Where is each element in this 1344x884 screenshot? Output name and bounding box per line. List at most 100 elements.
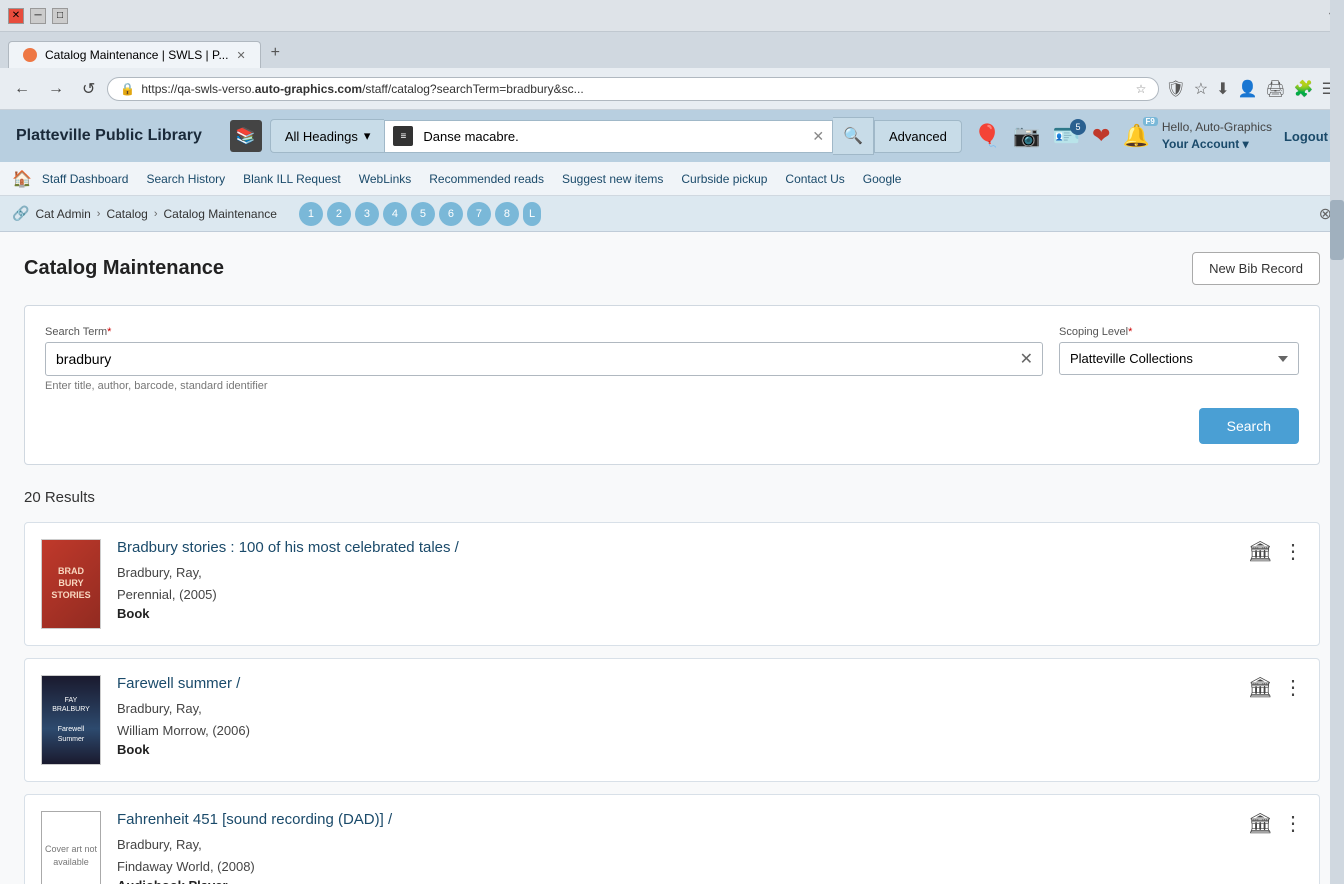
book-cover-2[interactable]: FAYBRALBURYFarewellSummer xyxy=(41,675,101,765)
window-controls[interactable]: ✕ ─ □ xyxy=(8,8,68,24)
nav-blank-ill[interactable]: Blank ILL Request xyxy=(235,166,349,192)
search-hint: Enter title, author, barcode, standard i… xyxy=(45,380,1043,392)
page-tabs: 1 2 3 4 5 6 7 8 L xyxy=(299,202,541,226)
search-term-clear-btn[interactable]: ✕ xyxy=(1020,349,1033,369)
card-icon[interactable]: 🪪 5 xyxy=(1053,123,1080,149)
user-hello-text: Hello, Auto-Graphics xyxy=(1162,119,1272,136)
bookmark-star-icon[interactable]: ☆ xyxy=(1136,82,1147,96)
new-bib-record-btn[interactable]: New Bib Record xyxy=(1192,252,1320,285)
page-scrollbar-thumb[interactable] xyxy=(1330,200,1344,260)
result-title-2[interactable]: Farewell summer / xyxy=(117,675,1232,692)
page-tab-L[interactable]: L xyxy=(523,202,541,226)
browser-titlebar: ✕ ─ □ ▾ xyxy=(0,0,1344,32)
result-author-1: Bradbury, Ray, xyxy=(117,562,1232,584)
nav-search-history[interactable]: Search History xyxy=(138,166,233,192)
scoping-select[interactable]: Platteville Collections xyxy=(1059,342,1299,375)
form-row: Search Term* ✕ Enter title, author, barc… xyxy=(45,326,1299,392)
heart-icon[interactable]: ❤ xyxy=(1092,123,1110,149)
extension-icon[interactable]: 🧩 xyxy=(1294,79,1314,99)
active-tab[interactable]: Catalog Maintenance | SWLS | P... ✕ xyxy=(8,41,261,68)
page-tab-4[interactable]: 4 xyxy=(383,202,407,226)
forward-btn[interactable]: → xyxy=(42,76,70,102)
result-item: Cover art not available Fahrenheit 451 [… xyxy=(24,794,1320,884)
page-tab-7[interactable]: 7 xyxy=(467,202,491,226)
nav-weblinks[interactable]: WebLinks xyxy=(351,166,419,192)
page-tab-3[interactable]: 3 xyxy=(355,202,379,226)
page-tab-8[interactable]: 8 xyxy=(495,202,519,226)
scoping-label: Scoping Level* xyxy=(1059,326,1299,338)
main-content: Catalog Maintenance New Bib Record Searc… xyxy=(0,232,1344,884)
new-tab-btn[interactable]: + xyxy=(261,38,290,68)
home-icon[interactable]: 🏠 xyxy=(12,169,32,189)
page-tab-2[interactable]: 2 xyxy=(327,202,351,226)
url-suffix: /staff/catalog?searchTerm=bradbury&sc... xyxy=(362,82,584,96)
minimize-window-btn[interactable]: ─ xyxy=(30,8,46,24)
result-title-3[interactable]: Fahrenheit 451 [sound recording (DAD)] / xyxy=(117,811,1232,828)
result-title-1[interactable]: Bradbury stories : 100 of his most celeb… xyxy=(117,539,1232,556)
bell-icon[interactable]: 🔔 F9 xyxy=(1122,123,1149,149)
close-window-btn[interactable]: ✕ xyxy=(8,8,24,24)
result-info-2: Farewell summer / Bradbury, Ray, William… xyxy=(117,675,1232,757)
more-action-icon-2[interactable]: ⋮ xyxy=(1283,675,1303,700)
result-item: FAYBRALBURYFarewellSummer Farewell summe… xyxy=(24,658,1320,782)
nav-suggest-items[interactable]: Suggest new items xyxy=(554,166,671,192)
maximize-window-btn[interactable]: □ xyxy=(52,8,68,24)
back-btn[interactable]: ← xyxy=(8,76,36,102)
result-actions-1: 🏛 ⋮ xyxy=(1248,539,1303,564)
main-search-input[interactable] xyxy=(419,121,812,152)
results-count: 20 Results xyxy=(24,489,1320,506)
tab-close-btn[interactable]: ✕ xyxy=(236,49,245,62)
breadcrumb-catalog[interactable]: Catalog xyxy=(106,207,147,221)
search-bar: All Headings ▾ ≡ ✕ 🔍 Advanced xyxy=(270,117,962,155)
address-bar[interactable]: 🔒 https://qa-swls-verso.auto-graphics.co… xyxy=(107,77,1159,101)
page-title: Catalog Maintenance xyxy=(24,257,224,280)
shield-icon: 🛡 xyxy=(1165,79,1185,99)
library-action-icon-2[interactable]: 🏛 xyxy=(1248,675,1273,700)
page-tab-6[interactable]: 6 xyxy=(439,202,463,226)
book-cover-3[interactable]: Cover art not available xyxy=(41,811,101,884)
breadcrumb-sep-2: › xyxy=(154,208,158,220)
logout-btn[interactable]: Logout xyxy=(1284,129,1328,144)
nav-google[interactable]: Google xyxy=(855,166,910,192)
book-cover-1[interactable]: BRADBURYSTORIES xyxy=(41,539,101,629)
breadcrumb-cat-admin[interactable]: Cat Admin xyxy=(35,207,90,221)
library-name: Platteville Public Library xyxy=(16,127,202,145)
library-action-icon-1[interactable]: 🏛 xyxy=(1248,539,1273,564)
reload-btn[interactable]: ↺ xyxy=(76,75,101,103)
catalog-search-btn[interactable]: Search xyxy=(1199,408,1299,444)
library-action-icon-3[interactable]: 🏛 xyxy=(1248,811,1273,836)
result-info-3: Fahrenheit 451 [sound recording (DAD)] /… xyxy=(117,811,1232,884)
result-item: BRADBURYSTORIES Bradbury stories : 100 o… xyxy=(24,522,1320,646)
more-action-icon-3[interactable]: ⋮ xyxy=(1283,811,1303,836)
page-tab-1[interactable]: 1 xyxy=(299,202,323,226)
result-author-2: Bradbury, Ray, xyxy=(117,698,1232,720)
search-term-input[interactable] xyxy=(45,342,1043,376)
nav-contact-us[interactable]: Contact Us xyxy=(777,166,852,192)
profile-icon[interactable]: 👤 xyxy=(1238,79,1258,99)
user-account-link[interactable]: Your Account ▾ xyxy=(1162,136,1272,153)
nav-bar: ← → ↺ 🔒 https://qa-swls-verso.auto-graph… xyxy=(0,68,1344,110)
nav-recommended-reads[interactable]: Recommended reads xyxy=(421,166,552,192)
print-icon[interactable]: 🖨 xyxy=(1265,79,1285,99)
star-icon[interactable]: ☆ xyxy=(1194,79,1208,99)
f9-badge: F9 xyxy=(1143,117,1158,126)
link-icon: 🔗 xyxy=(12,205,29,222)
balloon-icon[interactable]: 🎈 xyxy=(974,123,1001,149)
page-tab-5[interactable]: 5 xyxy=(411,202,435,226)
tab-title: Catalog Maintenance | SWLS | P... xyxy=(45,48,228,62)
page-scrollbar[interactable] xyxy=(1330,0,1344,884)
scan-icon[interactable]: 📷 xyxy=(1013,123,1040,149)
search-type-dropdown[interactable]: All Headings ▾ xyxy=(270,119,385,153)
advanced-search-btn[interactable]: Advanced xyxy=(874,120,962,153)
search-clear-btn[interactable]: ✕ xyxy=(812,128,824,145)
url-domain: auto-graphics.com xyxy=(255,82,362,96)
more-action-icon-1[interactable]: ⋮ xyxy=(1283,539,1303,564)
download-icon[interactable]: ⬇ xyxy=(1216,79,1229,99)
catalog-icon: 📚 xyxy=(230,120,262,152)
nav-curbside[interactable]: Curbside pickup xyxy=(673,166,775,192)
nav-staff-dashboard[interactable]: Staff Dashboard xyxy=(34,166,137,192)
chevron-down-icon: ▾ xyxy=(364,128,371,144)
user-info: Hello, Auto-Graphics Your Account ▾ xyxy=(1162,119,1272,153)
search-magnifier-btn[interactable]: 🔍 xyxy=(833,117,874,155)
secondary-nav: 🏠 Staff Dashboard Search History Blank I… xyxy=(0,162,1344,196)
